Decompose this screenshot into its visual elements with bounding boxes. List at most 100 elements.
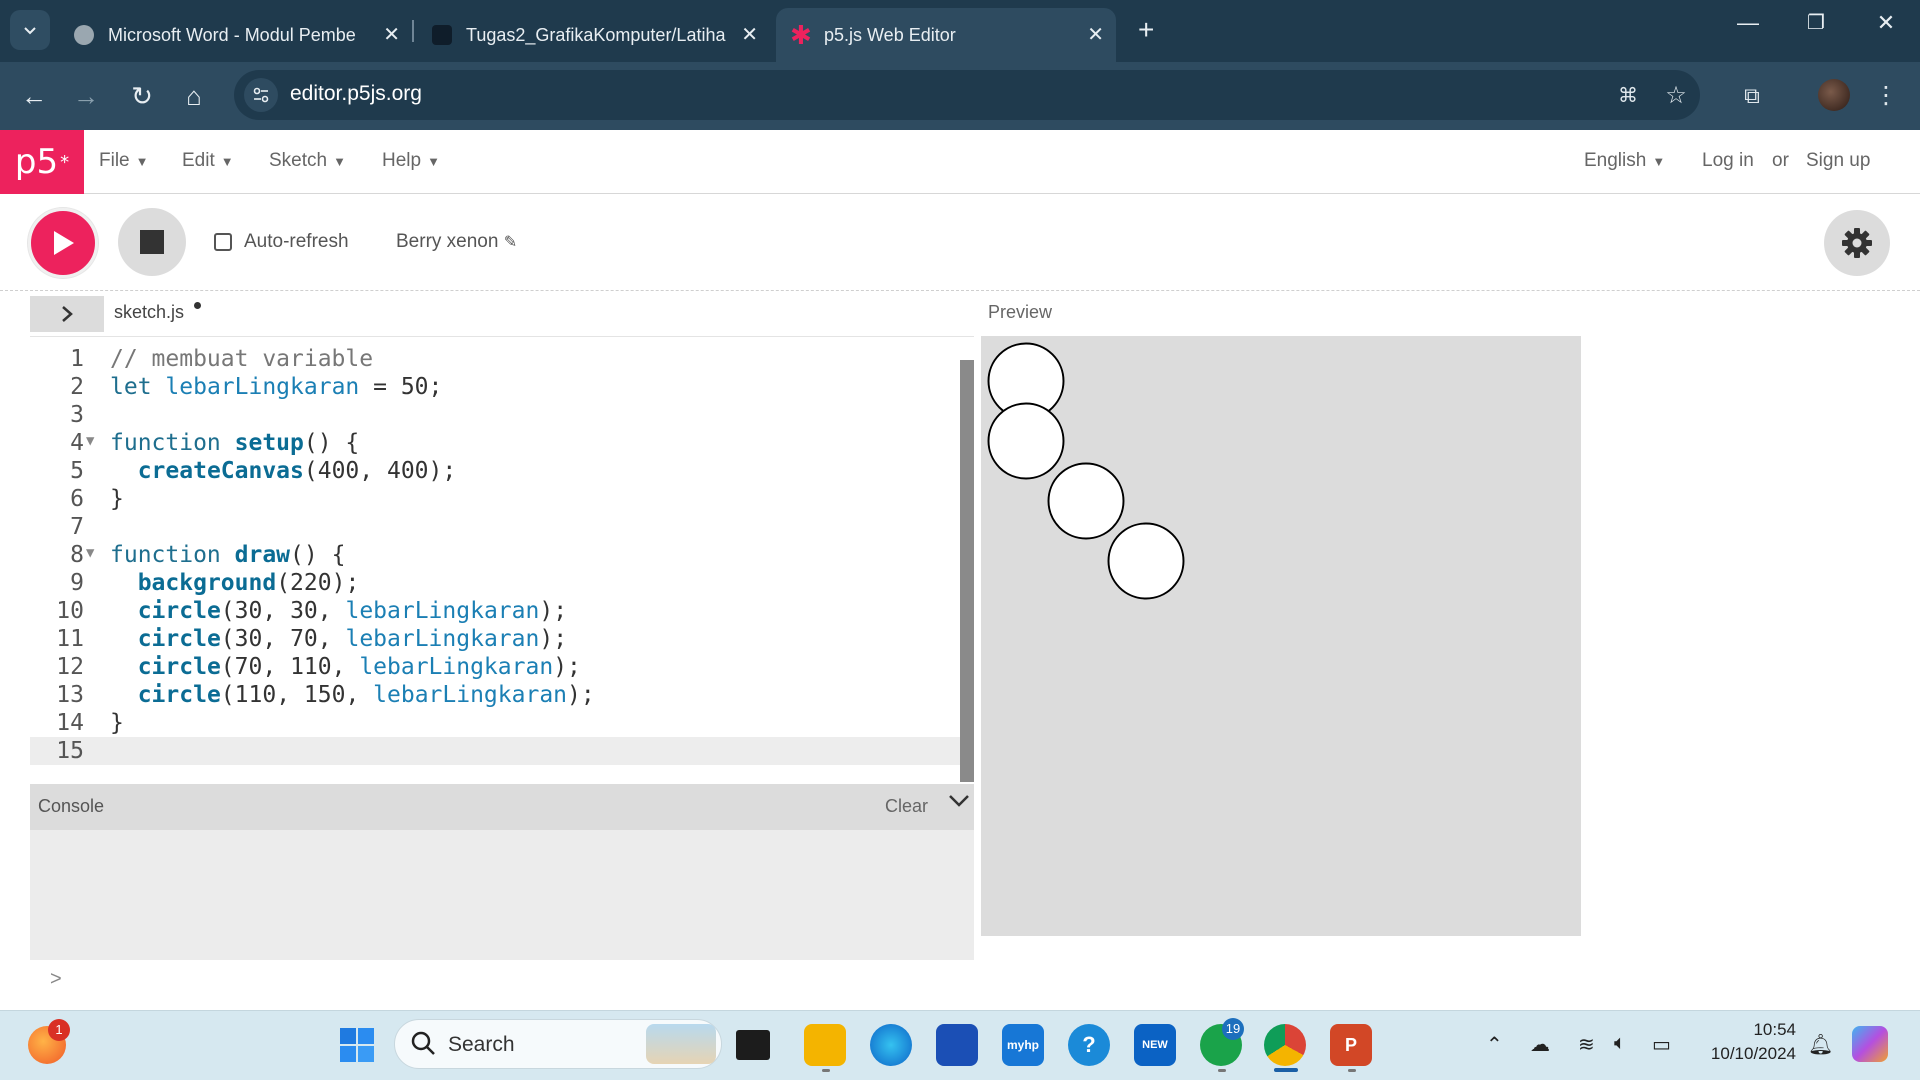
new-tab-button[interactable]: + (1138, 14, 1154, 46)
file-explorer-icon[interactable] (804, 1024, 846, 1066)
console-header (30, 784, 974, 830)
code-line[interactable]: 5 createCanvas(400, 400); (30, 457, 960, 485)
code-text: circle(30, 30, lebarLingkaran); (137, 598, 568, 624)
fold-arrow-icon[interactable]: ▼ (86, 427, 94, 455)
tab-github[interactable]: Tugas2_GrafikaKomputer/Latiha ✕ (418, 8, 770, 62)
file-tab-sketch-js[interactable]: sketch.js (114, 302, 184, 323)
home-button[interactable]: ⌂ (176, 78, 212, 114)
code-line[interactable]: 11 circle(30, 70, lebarLingkaran); (30, 625, 960, 653)
reload-button[interactable]: ↻ (124, 78, 160, 114)
fold-arrow-icon[interactable]: ▼ (86, 539, 94, 567)
whatsapp-badge: 19 (1222, 1018, 1244, 1040)
url-text[interactable]: editor.p5js.org (290, 82, 422, 106)
code-text: background(220); (137, 570, 360, 596)
profile-avatar[interactable] (1818, 79, 1850, 111)
code-line[interactable]: 9 background(220); (30, 569, 960, 597)
browser-menu-icon[interactable]: ⋮ (1868, 78, 1904, 114)
github-icon (432, 25, 452, 45)
settings-button[interactable] (1824, 210, 1890, 276)
forward-button[interactable]: → (68, 78, 104, 114)
code-line[interactable]: 4 ▼ function setup() { (30, 429, 960, 457)
console-clear-button[interactable]: Clear (885, 796, 928, 817)
copilot-icon[interactable] (1852, 1026, 1888, 1062)
console-input[interactable] (30, 960, 974, 1010)
line-number: 4 (70, 430, 84, 456)
omnibox[interactable] (234, 70, 1700, 120)
site-info-icon[interactable] (244, 78, 278, 112)
code-line[interactable]: 13 circle(110, 150, lebarLingkaran); (30, 681, 960, 709)
chrome-icon[interactable] (1264, 1024, 1306, 1066)
running-indicator (1218, 1069, 1226, 1072)
code-line[interactable]: 6} (30, 485, 960, 513)
language-select[interactable]: English ▼ (1584, 150, 1665, 172)
battery-icon[interactable]: ▭ (1652, 1032, 1671, 1057)
clock-date[interactable]: 10/10/2024 (1700, 1044, 1796, 1064)
line-number: 11 (56, 626, 84, 652)
show-hidden-icons[interactable]: ⌃ (1486, 1032, 1503, 1057)
or-text: or (1772, 150, 1789, 171)
auto-refresh-checkbox[interactable] (214, 233, 232, 251)
menu-sketch[interactable]: Sketch ▼ (269, 150, 346, 172)
tab-title: Tugas2_GrafikaKomputer/Latiha (466, 24, 726, 45)
powerpoint-icon[interactable]: P (1330, 1024, 1372, 1066)
code-line[interactable]: 1 // membuat variable (30, 345, 960, 373)
code-line[interactable]: 3 (30, 401, 960, 429)
line-number: 15 (56, 738, 84, 764)
myhp-icon[interactable]: myhp (1002, 1024, 1044, 1066)
start-button[interactable] (336, 1024, 378, 1066)
microsoft-store-icon[interactable] (936, 1024, 978, 1066)
sidebar-toggle-button[interactable] (30, 296, 104, 332)
pencil-icon[interactable]: ✎ (504, 234, 517, 251)
back-button[interactable]: ← (16, 78, 52, 114)
code-line[interactable]: 8 ▼ function draw() { (30, 541, 960, 569)
auto-refresh-label[interactable]: Auto-refresh (244, 231, 349, 253)
tab-p5-editor[interactable]: ✱ p5.js Web Editor ✕ (776, 8, 1116, 62)
tab-search-button[interactable] (10, 10, 50, 50)
code-line[interactable]: 15 (30, 737, 960, 765)
translate-icon[interactable]: ⌘ (1610, 78, 1646, 114)
line-number: 13 (56, 682, 84, 708)
code-line[interactable]: 2 let lebarLingkaran = 50; (30, 373, 960, 401)
signup-link[interactable]: Sign up (1806, 150, 1870, 172)
code-line[interactable]: 14} (30, 709, 960, 737)
outlook-new-icon[interactable]: NEW (1134, 1024, 1176, 1066)
task-view-icon[interactable] (736, 1030, 770, 1060)
sketch-circle (1047, 462, 1125, 540)
code-line[interactable]: 7 (30, 513, 960, 541)
login-link[interactable]: Log in (1702, 150, 1754, 172)
close-window-button[interactable]: ✕ (1866, 10, 1906, 36)
sketch-name[interactable]: Berry xenon ✎ (396, 231, 517, 253)
stop-button[interactable] (118, 208, 186, 276)
code-line[interactable]: 12 circle(70, 110, lebarLingkaran); (30, 653, 960, 681)
code-editor[interactable]: 1 // membuat variable 2 let lebarLingkaran … (30, 336, 974, 782)
menu-help[interactable]: Help ▼ (382, 150, 440, 172)
volume-icon[interactable]: 🔈︎ (1614, 1032, 1626, 1055)
tab-title: p5.js Web Editor (824, 24, 956, 45)
extensions-icon[interactable]: ⧉ (1734, 78, 1770, 114)
notification-badge: 1 (48, 1019, 70, 1041)
clock-time[interactable]: 10:54 (1752, 1020, 1796, 1040)
edge-icon[interactable] (870, 1024, 912, 1066)
p5-logo[interactable]: p5 * (0, 130, 84, 194)
code-line[interactable]: 10 circle(30, 30, lebarLingkaran); (30, 597, 960, 625)
windows-logo-icon (340, 1028, 374, 1062)
menu-file[interactable]: File ▼ (99, 150, 149, 172)
play-button[interactable] (28, 208, 98, 278)
wifi-icon[interactable]: ≋ (1578, 1032, 1595, 1057)
minimize-button[interactable]: — (1728, 10, 1768, 36)
bookmark-star-icon[interactable]: ☆ (1658, 78, 1694, 114)
notification-bell-icon[interactable]: 🔔︎ (1808, 1032, 1833, 1057)
restore-button[interactable]: ❐ (1796, 10, 1836, 35)
menu-edit[interactable]: Edit ▼ (182, 150, 234, 172)
chevron-down-icon (24, 27, 36, 35)
editor-scrollbar[interactable] (960, 360, 974, 782)
tab-word[interactable]: Microsoft Word - Modul Pembe ✕ (60, 8, 412, 62)
menu-help-label: Help (382, 150, 422, 171)
close-icon[interactable]: ✕ (1087, 22, 1104, 47)
preview-canvas[interactable] (981, 336, 1581, 936)
get-help-icon[interactable]: ? (1068, 1024, 1110, 1066)
console-collapse-button[interactable] (948, 792, 970, 815)
onedrive-icon[interactable]: ☁ (1530, 1032, 1550, 1057)
close-icon[interactable]: ✕ (741, 22, 758, 47)
close-icon[interactable]: ✕ (383, 22, 400, 47)
